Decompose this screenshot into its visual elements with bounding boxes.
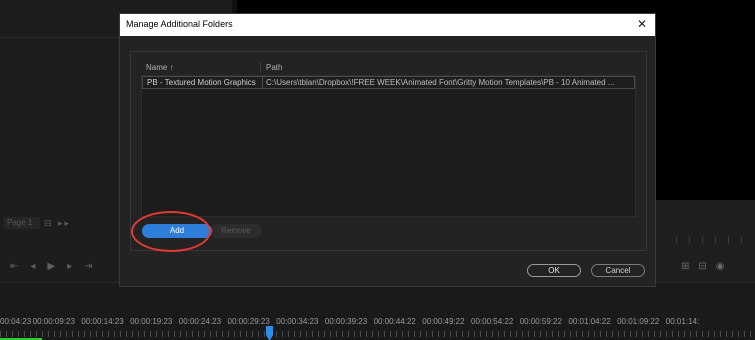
close-icon[interactable]: ✕ [637,17,647,31]
timeline-ruler[interactable]: 00:04:23 00:00:09:23 00:00:14:23 00:00:19:2… [0,282,755,340]
table-row[interactable]: PB - Textured Motion Graphics C:\Users\t… [142,76,635,89]
timecode-label: 00:00:44:22 [373,317,416,326]
timecode-label: 00:00:54:22 [471,317,514,326]
page-select[interactable]: Page 1 [4,217,40,229]
timecode-labels: 00:04:23 00:00:09:23 00:00:14:23 00:00:19:2… [0,317,755,329]
panel-divider [0,37,119,38]
timecode-label: 00:00:14:23 [81,317,124,326]
timecode-label: 00:00:49:22 [422,317,465,326]
transport-controls-right[interactable]: ⊞⊟◉ [681,261,733,272]
column-divider[interactable] [260,62,261,72]
timecode-label: 00:00:24:23 [178,317,222,326]
timecode-label: 00:00:09:23 [32,317,75,326]
folder-name: PB - Textured Motion Graphics [147,78,256,87]
timeline-ticks [0,331,755,337]
timecode-label: 00:00:29:23 [227,317,270,326]
folder-list[interactable]: PB - Textured Motion Graphics C:\Users\t… [141,75,636,217]
dialog-titlebar[interactable]: Manage Additional Folders ✕ [120,14,655,36]
folder-path: C:\Users\tblan\Dropbox\!FREE WEEK\Animat… [266,78,615,87]
annotation-circle [131,211,211,252]
cancel-button[interactable]: Cancel [591,264,645,277]
dialog-title: Manage Additional Folders [126,19,233,29]
timecode-label: 00:00:39:23 [324,317,368,326]
ok-button[interactable]: OK [527,264,581,277]
playhead-icon[interactable] [266,326,273,340]
monitor-ruler [676,236,752,244]
cell-divider [262,77,263,88]
timecode-label: 00:01:14: [665,317,700,326]
timecode-label: 00:01:09:22 [617,317,660,326]
timecode-label: 00:00:59:22 [519,317,562,326]
manage-additional-folders-dialog: Manage Additional Folders ✕ Name ↑ Path … [119,13,656,287]
timecode-label: 00:00:19:23 [130,317,173,326]
transport-controls-left[interactable]: ⇤◂▶▸⇥ [10,261,105,272]
timecode-label: 00:01:04:22 [568,317,611,326]
column-header-name[interactable]: Name ↑ [146,63,174,72]
page-nav-icons[interactable]: ⊟ ▸▸ [44,217,71,229]
timecode-label: 00:04:23 [0,317,32,326]
column-header-path[interactable]: Path [266,63,282,72]
timecode-label: 00:00:34:23 [276,317,319,326]
premiere-workspace: Page 1 ⊟ ▸▸ ⇤◂▶▸⇥ ⊞⊟◉ 00:04:23 00:00:09:2… [0,0,755,340]
remove-button[interactable]: Remove [210,224,262,238]
